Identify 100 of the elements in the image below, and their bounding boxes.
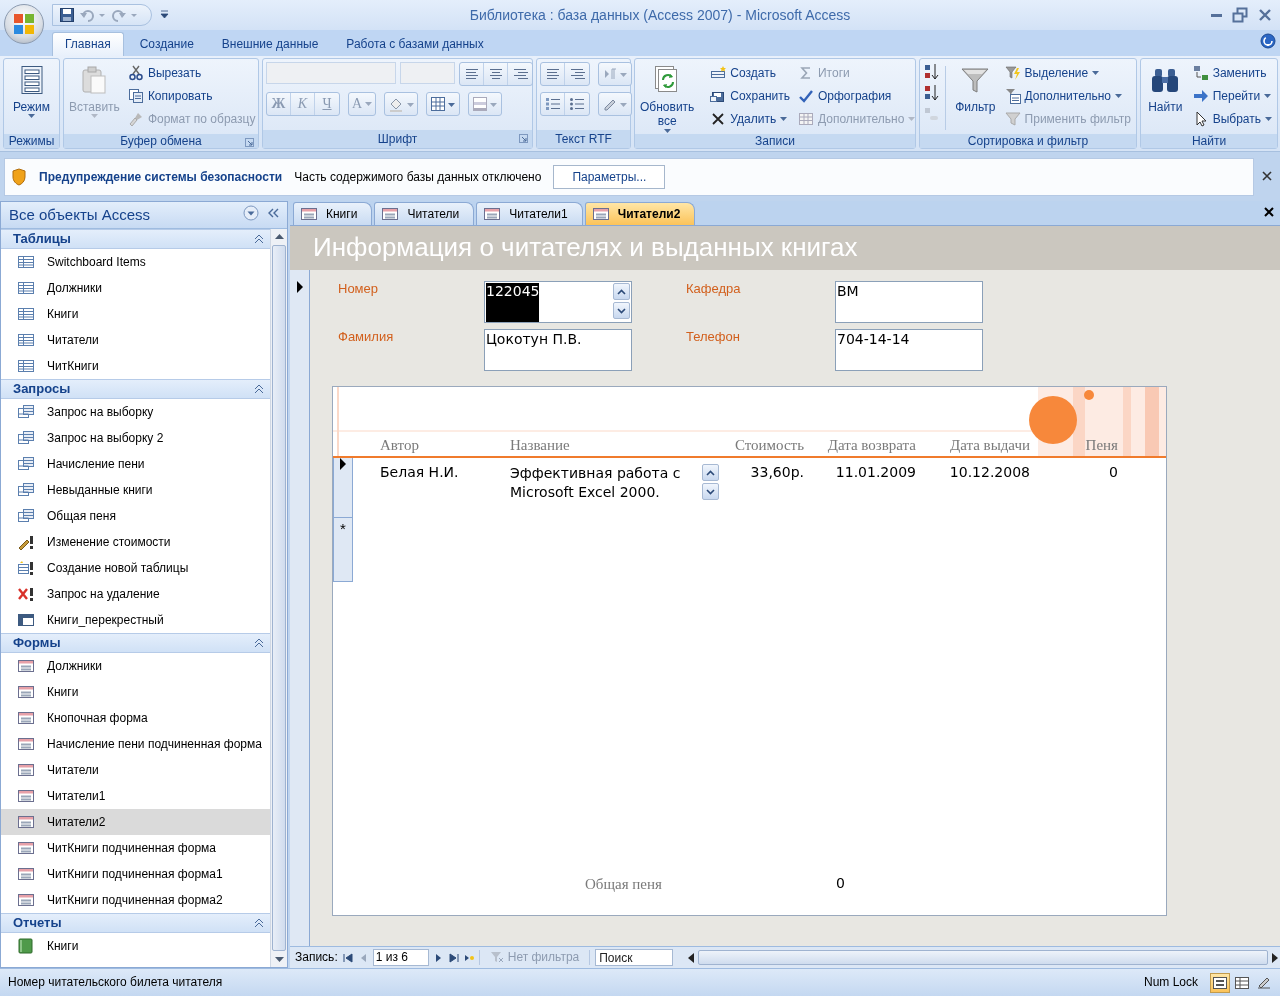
ribbon-tab[interactable]: Внешние данные bbox=[209, 32, 331, 56]
record-selector[interactable] bbox=[333, 458, 353, 518]
scroll-right-icon bbox=[1270, 952, 1280, 963]
document-tab[interactable]: Читатели1 bbox=[476, 202, 583, 225]
spin-up-button[interactable] bbox=[613, 283, 630, 300]
options-button[interactable]: Параметры... bbox=[553, 164, 666, 190]
highlight-button[interactable] bbox=[598, 92, 632, 116]
section-header[interactable]: Таблицы bbox=[1, 229, 270, 249]
record-number-field[interactable]: 1 из 6 bbox=[372, 949, 429, 966]
navigation-item[interactable]: Кнопочная форма bbox=[1, 705, 270, 731]
table-icon bbox=[17, 254, 35, 270]
navigation-item[interactable]: Книги bbox=[1, 933, 270, 959]
navigation-item[interactable]: Изменение стоимости bbox=[1, 529, 270, 555]
save-button[interactable] bbox=[59, 7, 75, 23]
ribbon-button[interactable]: Выбрать bbox=[1190, 108, 1274, 130]
sort-ascending-button[interactable] bbox=[923, 62, 939, 82]
spin-down-button[interactable] bbox=[613, 302, 630, 319]
ribbon-button[interactable]: Вырезать bbox=[125, 62, 258, 84]
section-header[interactable]: Отчеты bbox=[1, 913, 270, 933]
ribbon-button[interactable]: Сохранить bbox=[708, 85, 792, 107]
ribbon-tab[interactable]: Главная bbox=[52, 32, 124, 56]
group-title: Текст RTF bbox=[555, 131, 612, 147]
search-field[interactable]: Поиск bbox=[595, 949, 674, 966]
collapse-icon bbox=[254, 384, 264, 394]
ribbon-button[interactable]: Найти bbox=[1144, 62, 1187, 134]
navigation-item[interactable]: ЧитКниги подчиненная форма2 bbox=[1, 887, 270, 913]
ribbon-button[interactable]: Перейти bbox=[1190, 85, 1274, 107]
navigation-item[interactable]: Начисление пени подчиненная форма bbox=[1, 731, 270, 757]
ribbon-button[interactable]: Режим bbox=[7, 62, 56, 134]
text-field[interactable]: Цокотун П.В. bbox=[484, 329, 632, 371]
scrollbar[interactable] bbox=[686, 949, 1280, 966]
navigation-item[interactable]: Запрос на выборку 2 bbox=[1, 425, 270, 451]
section-header[interactable]: Формы bbox=[1, 633, 270, 653]
group-title: Записи bbox=[755, 134, 795, 149]
view-button[interactable] bbox=[1210, 972, 1230, 993]
gridlines-button[interactable] bbox=[426, 92, 461, 116]
text-field[interactable]: 122045 bbox=[484, 281, 632, 323]
navigation-item[interactable]: Запрос на выборку bbox=[1, 399, 270, 425]
navigation-item[interactable]: Читатели2 bbox=[1, 809, 270, 835]
dialog-launcher-button[interactable] bbox=[519, 134, 528, 143]
navigation-item[interactable]: Начисление пени bbox=[1, 451, 270, 477]
help-button[interactable] bbox=[1260, 33, 1276, 50]
scrollbar-thumb[interactable] bbox=[272, 245, 286, 951]
navigation-item[interactable]: Книги_перекрестный bbox=[1, 607, 270, 633]
close-button[interactable] bbox=[1262, 170, 1272, 181]
document-tab[interactable]: Книги bbox=[293, 202, 373, 225]
spin-up-button[interactable] bbox=[702, 464, 719, 481]
navigation-item[interactable]: ЧитКниги подчиненная форма bbox=[1, 835, 270, 861]
navigation-item[interactable]: Читатели1 bbox=[1, 783, 270, 809]
spin-down-button[interactable] bbox=[702, 483, 719, 500]
window-title: Библиотека : база данных (Access 2007) - Microsoft Access bbox=[468, 6, 852, 24]
sort-descending-button[interactable] bbox=[923, 83, 939, 103]
fill-color-button[interactable] bbox=[384, 92, 419, 116]
collapse-pane-button[interactable] bbox=[267, 207, 279, 220]
ribbon-button[interactable]: Заменить bbox=[1190, 62, 1274, 84]
customize-toolbar-button[interactable] bbox=[160, 9, 169, 19]
scrollbar-thumb[interactable] bbox=[698, 950, 1268, 965]
query-icon bbox=[17, 482, 35, 498]
navigation-item[interactable]: Создание новой таблицы bbox=[1, 555, 270, 581]
navigation-item[interactable]: Switchboard Items bbox=[1, 249, 270, 275]
ribbon-button[interactable]: Дополнительно bbox=[1002, 85, 1133, 107]
first-record-button[interactable] bbox=[342, 952, 353, 963]
navigation-item[interactable]: Читатели bbox=[1, 757, 270, 783]
text-field[interactable]: 704-14-14 bbox=[835, 329, 983, 371]
document-tab[interactable]: Читатели bbox=[374, 202, 475, 225]
ribbon-button[interactable]: Копировать bbox=[125, 85, 258, 107]
text-field[interactable]: ВМ bbox=[835, 281, 983, 323]
navigation-item[interactable]: Невыданные книги bbox=[1, 477, 270, 503]
navigation-item[interactable]: Должники bbox=[1, 275, 270, 301]
navigation-item[interactable]: Книги bbox=[1, 679, 270, 705]
ribbon-button[interactable]: Удалить bbox=[708, 108, 792, 130]
form-icon bbox=[17, 866, 35, 882]
navigation-item[interactable]: Запрос на удаление bbox=[1, 581, 270, 607]
navigation-item[interactable]: Должники bbox=[1, 653, 270, 679]
pane-menu-button[interactable] bbox=[243, 205, 259, 222]
close-button[interactable] bbox=[1264, 206, 1274, 217]
navigation-item[interactable]: Общая пеня bbox=[1, 503, 270, 529]
navigation-item[interactable]: ЧитКниги bbox=[1, 353, 270, 379]
ribbon-tab[interactable]: Работа с базами данных bbox=[334, 32, 496, 56]
ribbon-button[interactable]: Орфография bbox=[796, 85, 918, 107]
current-record-icon bbox=[295, 281, 304, 293]
last-record-button[interactable] bbox=[448, 952, 459, 963]
ribbon-button[interactable]: Фильтр bbox=[951, 62, 999, 134]
ribbon-button[interactable]: Выделение bbox=[1002, 62, 1133, 84]
navigation-item[interactable]: ЧитКниги подчиненная форма1 bbox=[1, 861, 270, 887]
new-record-selector[interactable]: * bbox=[333, 518, 353, 582]
dialog-launcher-button[interactable] bbox=[245, 138, 254, 147]
ribbon-button[interactable]: Обновить все bbox=[638, 62, 697, 134]
document-tab[interactable]: Читатели2 bbox=[584, 202, 696, 225]
navigation-item[interactable]: Книги bbox=[1, 301, 270, 327]
scrollbar[interactable] bbox=[270, 229, 287, 967]
office-button[interactable] bbox=[4, 4, 44, 44]
navigation-item[interactable]: Читатели bbox=[1, 327, 270, 353]
restore-button[interactable] bbox=[1232, 7, 1248, 23]
ribbon-tab[interactable]: Создание bbox=[127, 32, 206, 56]
new-record-button[interactable] bbox=[463, 952, 474, 963]
minimize-button[interactable] bbox=[1211, 13, 1222, 17]
collapse-icon bbox=[254, 638, 264, 648]
section-header[interactable]: Запросы bbox=[1, 379, 270, 399]
ribbon-button[interactable]: Создать bbox=[708, 62, 792, 84]
